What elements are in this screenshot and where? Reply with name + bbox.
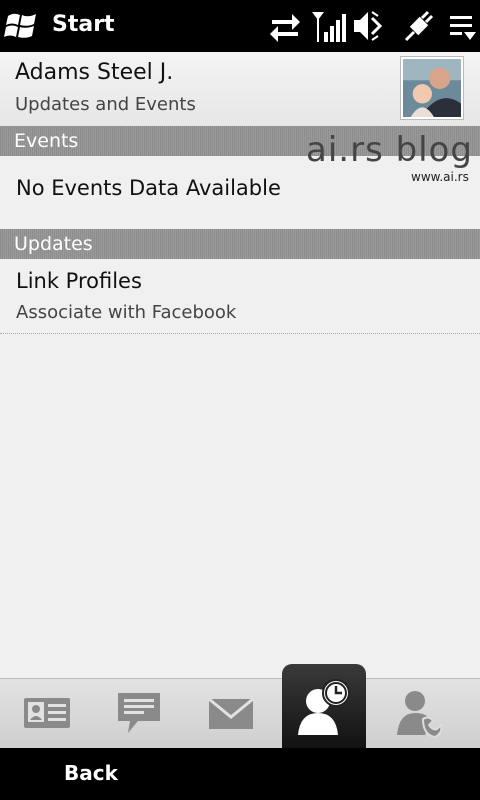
contact-card-icon (24, 698, 70, 728)
contact-header: Adams Steel J. Updates and Events (0, 52, 480, 126)
contact-name: Adams Steel J. (15, 60, 174, 85)
tab-updates-events[interactable] (282, 664, 366, 750)
start-label[interactable]: Start (52, 12, 115, 37)
list-item[interactable]: Link Profiles Associate with Facebook (0, 260, 480, 334)
watermark-title: ai.rs blog (306, 130, 474, 170)
connection-icon (402, 8, 436, 44)
status-bar: Start (0, 0, 480, 52)
updates-section-header: Updates (0, 229, 480, 259)
call-history-icon (397, 691, 443, 739)
events-empty-text: No Events Data Available (16, 176, 281, 200)
message-icon (118, 693, 160, 733)
softkey-bar: Back (0, 748, 480, 800)
volume-icon (352, 8, 383, 44)
tab-contact-card[interactable] (2, 679, 92, 749)
watermark-url: www.ai.rs (411, 170, 469, 184)
windows-logo-icon[interactable] (4, 8, 42, 44)
contact-subtitle: Updates and Events (15, 94, 196, 115)
tab-bar (0, 678, 480, 749)
list-item-title: Link Profiles (16, 269, 142, 293)
email-icon (208, 697, 254, 729)
back-button[interactable]: Back (64, 761, 118, 785)
data-sync-icon (268, 8, 302, 44)
list-item-subtitle: Associate with Facebook (16, 302, 237, 323)
tab-messages[interactable] (94, 679, 184, 749)
signal-strength-icon (310, 8, 346, 44)
tab-call-history[interactable] (374, 679, 464, 749)
menu-icon[interactable] (448, 8, 478, 44)
updates-events-icon (298, 679, 350, 735)
tab-email[interactable] (186, 679, 276, 749)
avatar[interactable] (400, 56, 464, 120)
